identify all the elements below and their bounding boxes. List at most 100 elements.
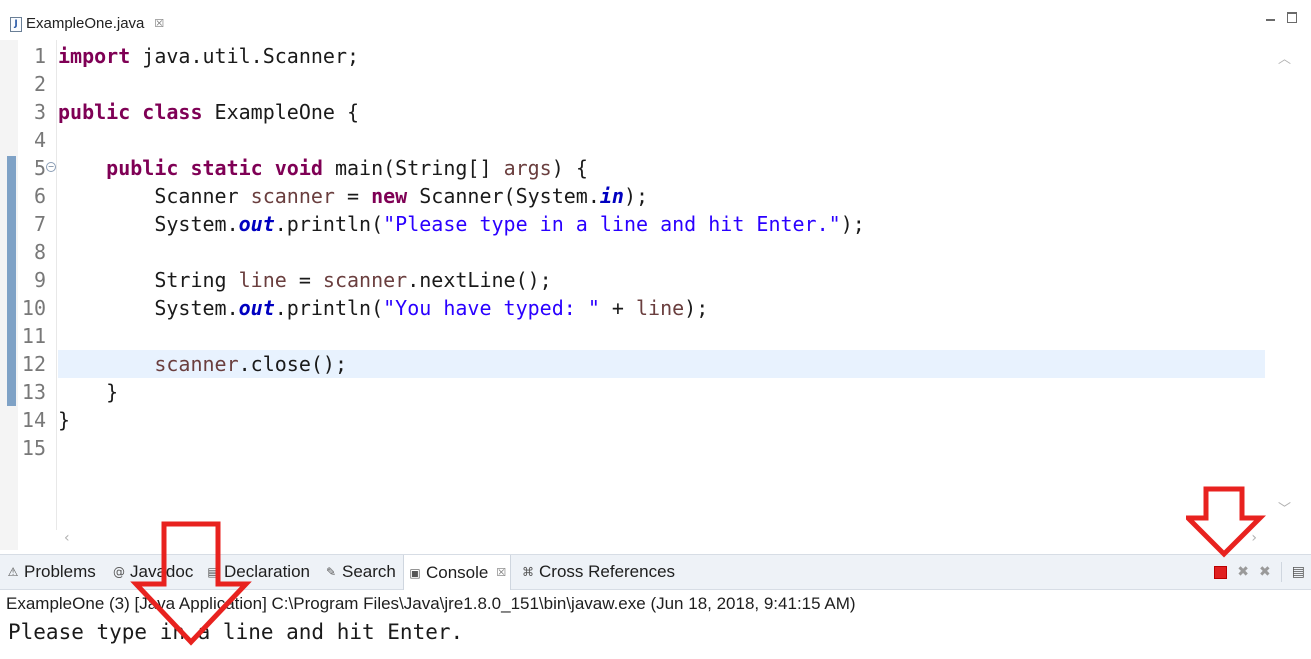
- line-number: 15: [21, 436, 46, 460]
- overview-gutter: [0, 40, 18, 550]
- code-token: import: [58, 44, 131, 68]
- line-number: 7: [33, 212, 46, 236]
- down-arrow-annotation: [130, 521, 252, 646]
- code-area[interactable]: import java.util.Scanner; public class Ex…: [58, 40, 1265, 530]
- code-token: line: [238, 268, 287, 292]
- scroll-left-icon[interactable]: ‹: [64, 530, 70, 546]
- code-token: =: [334, 184, 372, 208]
- toolbar-separator: [1280, 562, 1282, 582]
- code-token: "Please type in a line and hit Enter.": [383, 212, 841, 236]
- code-token: .println(: [274, 296, 384, 320]
- code-token: +: [599, 296, 636, 320]
- code-token: );: [840, 212, 865, 236]
- code-line[interactable]: System.out.println("Please type in a lin…: [58, 210, 1265, 238]
- code-token: );: [623, 184, 649, 208]
- code-line[interactable]: scanner.close();: [58, 350, 1265, 378]
- close-icon[interactable]: ☒: [154, 8, 164, 40]
- search-icon: ✎: [325, 565, 337, 579]
- code-token: ExampleOne {: [202, 100, 360, 124]
- code-token: );: [684, 296, 709, 320]
- code-line[interactable]: public static void main(String[] args) {: [58, 154, 1265, 182]
- line-number: 1: [33, 44, 46, 68]
- code-token: class: [142, 100, 203, 124]
- code-line[interactable]: }: [58, 378, 1265, 406]
- cross-references-icon: ⌘: [522, 565, 534, 579]
- line-number: 6: [33, 184, 46, 208]
- code-token: in: [599, 184, 624, 208]
- window-controls: [1266, 10, 1297, 23]
- console-toolbar: ✖ ✖ ▤: [1214, 555, 1311, 589]
- code-token: scanner: [322, 268, 408, 292]
- editor-tab-bar: J ExampleOne.java ☒: [0, 0, 1311, 41]
- close-icon[interactable]: ☒: [496, 555, 506, 591]
- problems-icon: ⚠: [7, 565, 19, 579]
- code-line[interactable]: import java.util.Scanner;: [58, 42, 1265, 70]
- code-token: }: [58, 408, 71, 432]
- code-line[interactable]: [58, 126, 1265, 154]
- fold-collapse-icon[interactable]: −: [46, 162, 56, 172]
- code-token: .println(: [274, 212, 384, 236]
- code-line[interactable]: [58, 434, 1265, 462]
- code-token: ) {: [551, 156, 588, 180]
- code-line[interactable]: [58, 322, 1265, 350]
- code-line[interactable]: String line = scanner.nextLine();: [58, 266, 1265, 294]
- code-token: }: [58, 380, 119, 404]
- code-token: void: [274, 156, 323, 180]
- code-token: public: [58, 100, 131, 124]
- terminate-icon[interactable]: [1214, 565, 1228, 579]
- code-token: java.util.Scanner;: [130, 44, 360, 68]
- code-token: scanner: [154, 352, 239, 376]
- editor-tab-examplone[interactable]: J ExampleOne.java ☒: [6, 8, 170, 40]
- vertical-scrollbar[interactable]: ︿ ﹀: [1265, 40, 1311, 530]
- code-token: public: [106, 156, 179, 180]
- code-line[interactable]: System.out.println("You have typed: " + …: [58, 294, 1265, 322]
- code-line[interactable]: [58, 238, 1265, 266]
- code-token: new: [371, 184, 408, 208]
- code-token: Scanner: [58, 184, 251, 208]
- code-token: System.: [58, 212, 239, 236]
- console-icon: ▣: [409, 565, 421, 580]
- line-number: 11: [21, 324, 46, 348]
- clear-console-icon[interactable]: ▤: [1292, 564, 1305, 580]
- tab-search[interactable]: ✎ Search: [324, 555, 396, 589]
- line-number: 10: [21, 296, 46, 320]
- remove-all-terminated-icon[interactable]: ✖: [1259, 564, 1271, 580]
- line-number: 9: [33, 268, 46, 292]
- editor-tab-label: ExampleOne.java: [26, 15, 145, 32]
- code-token: args: [503, 156, 552, 180]
- code-token: .close();: [238, 352, 347, 376]
- code-token: scanner: [250, 184, 335, 208]
- code-token: main(String[]: [322, 156, 504, 180]
- code-token: String: [58, 268, 239, 292]
- code-token: System.: [58, 296, 239, 320]
- tab-label: Cross References: [539, 562, 676, 581]
- code-token: static: [190, 156, 263, 180]
- line-number: 12: [21, 352, 46, 376]
- code-line[interactable]: public class ExampleOne {: [58, 98, 1265, 126]
- tab-problems[interactable]: ⚠ Problems: [6, 555, 96, 589]
- line-number: 2: [33, 72, 46, 96]
- tab-label: Problems: [24, 562, 96, 581]
- code-line[interactable]: Scanner scanner = new Scanner(System.in)…: [58, 182, 1265, 210]
- maximize-icon[interactable]: [1287, 12, 1297, 23]
- code-token: Scanner(System.: [407, 184, 600, 208]
- remove-launch-icon[interactable]: ✖: [1237, 564, 1249, 580]
- code-token: out: [238, 296, 275, 320]
- code-line[interactable]: [58, 70, 1265, 98]
- tab-cross-references[interactable]: ⌘ Cross References: [521, 555, 675, 589]
- line-number: 8: [33, 240, 46, 264]
- code-token: out: [238, 212, 275, 236]
- java-file-icon: J: [10, 17, 22, 32]
- minimize-icon[interactable]: [1266, 19, 1275, 21]
- scroll-down-icon[interactable]: ﹀: [1278, 498, 1291, 517]
- line-number: 14: [21, 408, 46, 432]
- scroll-up-icon[interactable]: ︿: [1278, 48, 1291, 67]
- code-line[interactable]: }: [58, 406, 1265, 434]
- code-editor[interactable]: 1 2 3 4 5 6 7 8 9 10 11 12 13 14 15 − import java.util…: [0, 40, 1311, 550]
- code-token: =: [286, 268, 323, 292]
- tab-console[interactable]: ▣ Console ☒: [403, 555, 512, 591]
